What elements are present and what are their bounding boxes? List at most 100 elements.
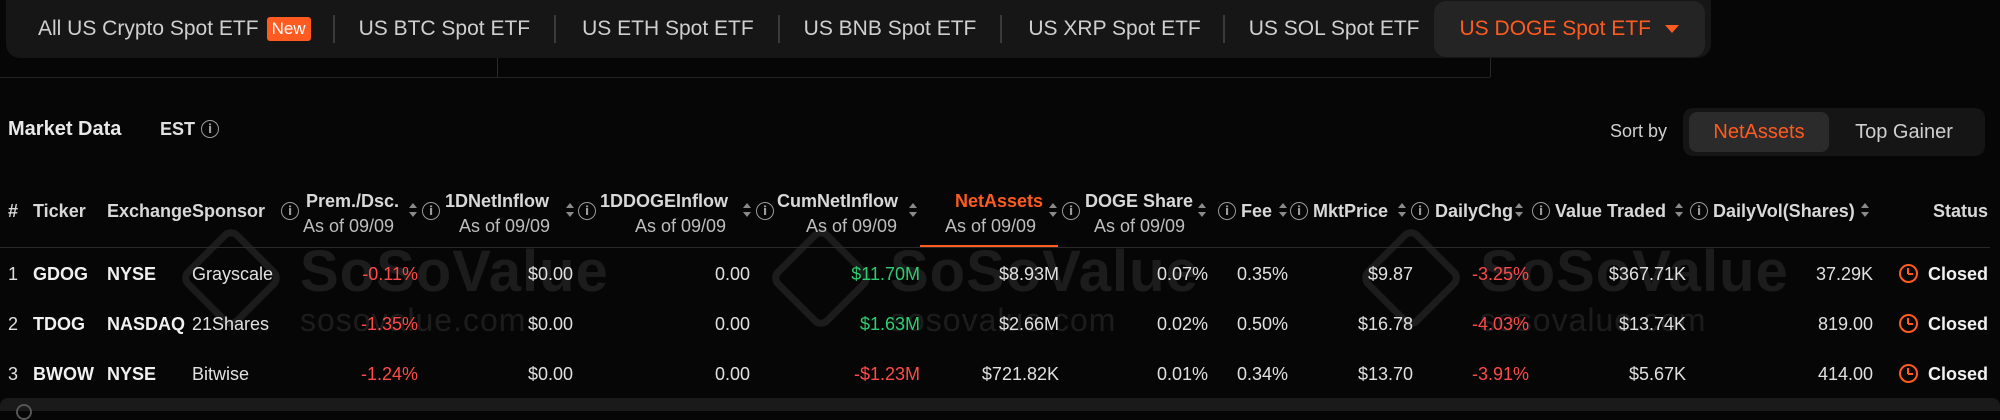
tab-us-btc-spot-etf[interactable]: US BTC Spot ETF: [359, 0, 531, 58]
info-icon[interactable]: i: [1411, 202, 1429, 220]
fee-value: 0.50%: [1236, 314, 1288, 334]
doge-share-value: 0.02%: [1156, 314, 1208, 334]
doge-share-value: 0.01%: [1156, 364, 1208, 384]
doge-share-value: 0.07%: [1156, 264, 1208, 284]
col-header-net-assets[interactable]: NetAssets: [955, 191, 1043, 212]
divider: [497, 58, 498, 77]
col-header-1d-doge-inflow[interactable]: 1DDOGEInflow: [600, 191, 728, 212]
col-header-sponsor: Sponsor: [192, 201, 266, 221]
tab-us-doge-spot-etf[interactable]: US DOGE Spot ETF: [1433, 1, 1705, 57]
divider: [1490, 58, 1491, 77]
divider: [0, 77, 1490, 78]
info-icon[interactable]: i: [1290, 202, 1308, 220]
exchange: NASDAQ: [107, 314, 186, 334]
premium-value: -1.35%: [360, 314, 418, 334]
col-header-exchange: Exchange: [107, 201, 193, 221]
sort-icon[interactable]: [1515, 203, 1524, 217]
new-badge: New: [266, 17, 311, 41]
mkt-price-value: $13.70: [1357, 364, 1413, 384]
tab-us-xrp-spot-etf[interactable]: US XRP Spot ETF: [1028, 0, 1200, 58]
sort-toggle: NetAssets Top Gainer: [1683, 108, 1985, 156]
ticker-link[interactable]: BWOW: [33, 364, 94, 385]
net-inflow-value: $0.00: [527, 264, 573, 284]
premium-value: -1.24%: [360, 364, 418, 384]
col-header-daily-chg[interactable]: DailyChg: [1435, 201, 1513, 222]
info-icon[interactable]: i: [281, 202, 299, 220]
status-badge: Closed: [1899, 314, 1988, 335]
daily-chg-value: -3.25%: [1471, 264, 1529, 284]
row-number: 3: [8, 364, 19, 384]
status-text: Closed: [1928, 364, 1989, 384]
sort-icon[interactable]: [909, 203, 918, 217]
sort-icon[interactable]: [566, 203, 575, 217]
exchange: NYSE: [107, 264, 157, 284]
sort-icon[interactable]: [1279, 203, 1288, 217]
ticker-link[interactable]: TDOG: [33, 314, 85, 335]
daily-chg-value: -3.91%: [1471, 364, 1529, 384]
tab-us-bnb-spot-etf[interactable]: US BNB Spot ETF: [804, 0, 977, 58]
status-badge: Closed: [1899, 364, 1988, 385]
col-header-ticker: Ticker: [33, 201, 86, 221]
clock-icon: [1899, 364, 1918, 383]
sponsor: Bitwise: [192, 364, 250, 384]
tab-divider: [777, 15, 780, 43]
sort-icon[interactable]: [1675, 203, 1684, 217]
info-icon[interactable]: i: [201, 120, 219, 138]
sort-icon[interactable]: [1398, 203, 1407, 217]
tab-divider: [554, 15, 557, 43]
col-header-premium[interactable]: Prem./Dsc.: [306, 191, 399, 212]
etf-tab-bar: All US Crypto Spot ETF New US BTC Spot E…: [6, 0, 1711, 58]
col-header-value-traded[interactable]: Value Traded: [1555, 201, 1666, 222]
tab-divider: [1222, 15, 1225, 43]
sort-icon[interactable]: [743, 203, 752, 217]
tab-all-us-crypto-spot-etf[interactable]: All US Crypto Spot ETF New: [38, 0, 311, 58]
status-text: Closed: [1928, 314, 1989, 334]
status-text: Closed: [1928, 264, 1989, 284]
sort-icon[interactable]: [1861, 203, 1870, 217]
col-header-doge-share[interactable]: DOGE Share: [1085, 191, 1193, 212]
mkt-price-value: $9.87: [1367, 264, 1413, 284]
col-header-as-of: As of 09/09: [635, 216, 727, 236]
caret-down-icon[interactable]: [1664, 25, 1679, 33]
sort-icon[interactable]: [409, 203, 418, 217]
col-header-as-of: As of 09/09: [459, 216, 551, 236]
sort-top-gainer-button[interactable]: Top Gainer: [1829, 112, 1979, 152]
timezone-label: EST: [160, 119, 196, 139]
daily-chg-value: -4.03%: [1471, 314, 1529, 334]
col-header-as-of: As of 09/09: [303, 216, 395, 236]
tab-us-eth-spot-etf[interactable]: US ETH Spot ETF: [582, 0, 754, 58]
info-icon[interactable]: i: [1690, 202, 1708, 220]
status-badge: Closed: [1899, 264, 1988, 285]
value-traded-value: $5.67K: [1628, 364, 1686, 384]
info-icon[interactable]: i: [756, 202, 774, 220]
col-header-mkt-price[interactable]: MktPrice: [1313, 201, 1388, 222]
info-icon[interactable]: i: [1218, 202, 1236, 220]
clock-icon: [1899, 264, 1918, 283]
col-header-cum-net-inflow[interactable]: CumNetInflow: [777, 191, 898, 212]
col-header-number: #: [8, 201, 19, 221]
sort-netassets-button[interactable]: NetAssets: [1689, 112, 1829, 152]
info-icon[interactable]: i: [1532, 202, 1550, 220]
sponsor: 21Shares: [192, 314, 270, 334]
info-icon[interactable]: i: [422, 202, 440, 220]
fee-value: 0.35%: [1236, 264, 1288, 284]
tab-label: US DOGE Spot ETF: [1459, 17, 1651, 40]
row-number: 2: [8, 314, 19, 334]
col-header-fee[interactable]: Fee: [1241, 201, 1272, 222]
col-header-1d-net-inflow[interactable]: 1DNetInflow: [445, 191, 549, 212]
tab-us-sol-spot-etf[interactable]: US SOL Spot ETF: [1249, 0, 1420, 58]
ticker-link[interactable]: GDOG: [33, 264, 88, 285]
sort-icon[interactable]: [1049, 203, 1058, 217]
info-icon[interactable]: i: [578, 202, 596, 220]
sort-icon[interactable]: [1198, 203, 1207, 217]
tab-label: US BNB Spot ETF: [803, 17, 977, 40]
tab-divider: [332, 15, 335, 43]
col-header-status: Status: [1933, 201, 1989, 221]
net-assets-value: $721.82K: [981, 364, 1059, 384]
horizontal-scrollbar[interactable]: [0, 398, 2000, 411]
sort-by-label: Sort by: [1610, 121, 1668, 141]
scroll-handle-icon[interactable]: [16, 404, 32, 420]
tab-label: US BTC Spot ETF: [358, 17, 531, 40]
col-header-daily-vol[interactable]: DailyVol(Shares): [1713, 201, 1855, 222]
info-icon[interactable]: i: [1062, 202, 1080, 220]
